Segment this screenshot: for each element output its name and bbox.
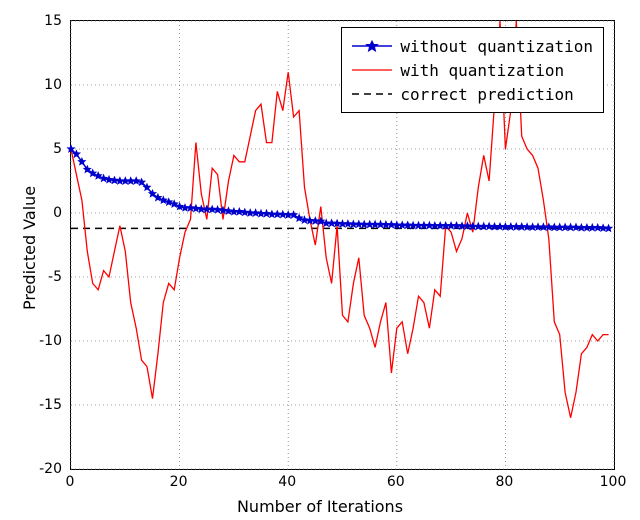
svg-text:40: 40 — [278, 474, 296, 490]
legend-label-with: with quantization — [400, 61, 564, 80]
svg-text:0: 0 — [53, 205, 62, 221]
svg-text:-15: -15 — [39, 397, 62, 413]
legend-label-correct: correct prediction — [400, 85, 573, 104]
legend: without quantization with quantization c… — [341, 27, 604, 113]
x-axis-label: Number of Iterations — [0, 497, 640, 516]
svg-text:60: 60 — [387, 474, 405, 490]
legend-item-correct: correct prediction — [352, 82, 593, 106]
svg-text:10: 10 — [44, 77, 62, 93]
chart-figure: without quantization with quantization c… — [0, 0, 640, 520]
svg-text:-10: -10 — [39, 333, 62, 349]
legend-label-without: without quantization — [400, 37, 593, 56]
svg-text:15: 15 — [44, 13, 62, 29]
marker-star — [133, 178, 140, 184]
marker-star — [296, 215, 303, 221]
svg-text:80: 80 — [495, 474, 513, 490]
legend-swatch-correct — [352, 86, 392, 102]
legend-item-without: without quantization — [352, 34, 593, 58]
svg-text:100: 100 — [600, 474, 627, 490]
svg-text:-5: -5 — [48, 269, 62, 285]
marker-star — [176, 203, 183, 209]
plot-area: without quantization with quantization c… — [70, 20, 615, 470]
legend-item-with: with quantization — [352, 58, 593, 82]
y-axis-label: Predicted Value — [20, 186, 39, 310]
legend-swatch-with — [352, 62, 392, 78]
marker-star — [160, 197, 167, 203]
marker-star — [605, 225, 612, 231]
legend-swatch-without — [352, 38, 392, 54]
svg-text:5: 5 — [53, 141, 62, 157]
marker-star — [68, 146, 75, 152]
series-without-line — [71, 149, 609, 228]
svg-text:0: 0 — [66, 474, 75, 490]
svg-text:-20: -20 — [39, 461, 62, 477]
svg-text:20: 20 — [170, 474, 188, 490]
